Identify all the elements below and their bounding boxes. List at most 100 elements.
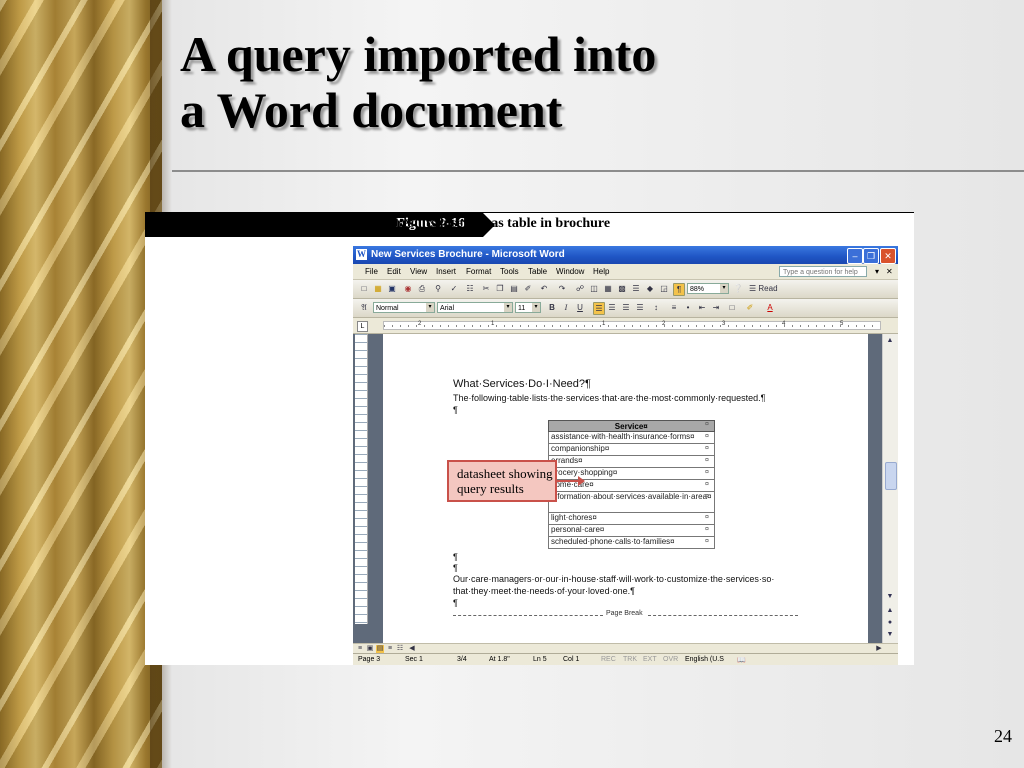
menu-format[interactable]: Format xyxy=(466,267,491,276)
menu-view[interactable]: View xyxy=(410,267,427,276)
ruler-number: 1 xyxy=(602,321,606,327)
web-layout-icon[interactable]: ▣ xyxy=(366,645,374,653)
status-line: Ln 5 xyxy=(533,656,547,663)
slide-title-line-2: a Word document xyxy=(180,82,563,138)
close-button[interactable]: ✕ xyxy=(880,248,896,264)
undo-icon[interactable]: ↶ xyxy=(539,283,549,294)
help-icon[interactable]: ❔ xyxy=(733,283,743,294)
scroll-left-icon[interactable]: ◀ xyxy=(408,645,416,653)
insert-excel-icon[interactable]: ▩ xyxy=(617,283,627,294)
font-size-select[interactable]: 11 ▾ xyxy=(515,302,541,313)
font-select[interactable]: Arial ▾ xyxy=(437,302,513,313)
spelling-status-icon[interactable]: 📖 xyxy=(737,656,746,664)
menu-table[interactable]: Table xyxy=(528,267,547,276)
save-icon[interactable]: ▣ xyxy=(387,283,397,294)
open-icon[interactable]: ▦ xyxy=(373,283,383,294)
scroll-down-icon[interactable]: ▼ xyxy=(885,592,895,602)
end-of-row-mark: ¤ xyxy=(705,526,709,533)
align-right-icon[interactable]: ☰ xyxy=(621,302,631,313)
status-rec[interactable]: REC xyxy=(601,656,616,663)
document-map-icon[interactable]: ◲ xyxy=(659,283,669,294)
bullets-icon[interactable]: • xyxy=(683,302,693,313)
scroll-up-icon[interactable]: ▲ xyxy=(885,336,895,346)
insert-table-icon[interactable]: ▦ xyxy=(603,283,613,294)
scroll-right-icon[interactable]: ▶ xyxy=(875,645,883,653)
cut-icon[interactable]: ✂ xyxy=(481,283,491,294)
tables-borders-icon[interactable]: ◫ xyxy=(589,283,599,294)
justify-icon[interactable]: ☰ xyxy=(635,302,645,313)
italic-icon[interactable]: I xyxy=(561,302,571,313)
styles-formatting-icon[interactable]: 𝔄 xyxy=(359,302,369,313)
reading-layout-icon[interactable]: ☷ xyxy=(396,645,404,653)
line-spacing-icon[interactable]: ↕ xyxy=(651,302,661,313)
decrease-indent-icon[interactable]: ⇤ xyxy=(697,302,707,313)
tab-selector[interactable]: L xyxy=(357,321,368,332)
normal-view-icon[interactable]: ≡ xyxy=(356,645,364,653)
status-ext[interactable]: EXT xyxy=(643,656,657,663)
vertical-ruler[interactable] xyxy=(355,334,368,624)
drawing-icon[interactable]: ◆ xyxy=(645,283,655,294)
research-icon[interactable]: ☷ xyxy=(465,283,475,294)
permission-icon[interactable]: ◉ xyxy=(403,283,413,294)
font-color-icon[interactable]: A xyxy=(765,302,775,313)
show-hide-icon[interactable]: ¶ xyxy=(673,283,685,296)
bold-icon[interactable]: B xyxy=(547,302,557,313)
menu-edit[interactable]: Edit xyxy=(387,267,401,276)
table-row: light·chores¤ xyxy=(548,512,715,525)
previous-page-icon[interactable]: ▲ xyxy=(885,606,895,616)
print-layout-icon[interactable]: ▤ xyxy=(376,645,384,653)
underline-icon[interactable]: U xyxy=(575,302,585,313)
hyperlink-icon[interactable]: ☍ xyxy=(575,283,585,294)
table-cell: companionship¤ xyxy=(548,443,715,456)
paste-icon[interactable]: ▤ xyxy=(509,283,519,294)
spelling-icon[interactable]: ✓ xyxy=(449,283,459,294)
chevron-down-icon: ▾ xyxy=(426,303,434,312)
help-search-input[interactable]: Type a question for help xyxy=(779,266,867,277)
highlight-icon[interactable]: ✐ xyxy=(745,302,755,313)
document-page[interactable]: What·Services·Do·I·Need?¶ The·following·… xyxy=(383,334,868,643)
align-center-icon[interactable]: ☰ xyxy=(607,302,617,313)
border-icon[interactable]: □ xyxy=(727,302,737,313)
style-select[interactable]: Normal ▾ xyxy=(373,302,435,313)
menu-window[interactable]: Window xyxy=(556,267,584,276)
callout-box: datasheet showing query results xyxy=(447,460,557,502)
scroll-thumb[interactable] xyxy=(885,462,897,490)
help-dropdown-icon[interactable]: ▾ xyxy=(875,267,879,276)
menu-bar: File Edit View Insert Format Tools Table… xyxy=(353,264,898,280)
table-row: scheduled·phone·calls·to·families¤ xyxy=(548,536,715,549)
outline-view-icon[interactable]: ≡ xyxy=(386,645,394,653)
next-page-icon[interactable]: ▼ xyxy=(885,630,895,640)
menu-file[interactable]: File xyxy=(365,267,378,276)
menu-help[interactable]: Help xyxy=(593,267,609,276)
ruler-strip[interactable]: 2 1 1 2 3 4 5 xyxy=(383,321,881,330)
minimize-button[interactable]: – xyxy=(847,248,863,264)
status-trk[interactable]: TRK xyxy=(623,656,637,663)
menu-insert[interactable]: Insert xyxy=(436,267,456,276)
page-break-line xyxy=(453,615,603,616)
close-document-icon[interactable]: ✕ xyxy=(886,267,893,276)
paragraph-mark: ¶ xyxy=(453,563,458,573)
word-app-icon[interactable]: W xyxy=(356,249,367,260)
print-preview-icon[interactable]: ⚲ xyxy=(433,283,443,294)
query-results-table[interactable]: Service¤ assistance·with·health·insuranc… xyxy=(548,420,715,549)
callout-line-2: query results xyxy=(457,481,524,496)
numbering-icon[interactable]: ≡ xyxy=(669,302,679,313)
figure-caption: Query results inserted as table in broch… xyxy=(355,216,611,231)
status-ovr[interactable]: OVR xyxy=(663,656,678,663)
print-icon[interactable]: ⎙ xyxy=(417,283,427,294)
read-button[interactable]: ☰ Read xyxy=(749,283,781,294)
align-left-icon[interactable]: ☰ xyxy=(593,302,605,315)
format-painter-icon[interactable]: ✐ xyxy=(523,283,533,294)
increase-indent-icon[interactable]: ⇥ xyxy=(711,302,721,313)
status-page: Page 3 xyxy=(358,656,381,663)
select-browse-object-icon[interactable]: ● xyxy=(885,618,895,628)
callout-line-1: datasheet showing xyxy=(457,466,553,481)
columns-icon[interactable]: ☰ xyxy=(631,283,641,294)
vertical-scrollbar[interactable]: ▲ ▼ ▲ ● ▼ xyxy=(882,334,898,643)
copy-icon[interactable]: ❐ xyxy=(495,283,505,294)
restore-button[interactable]: ❐ xyxy=(863,248,879,264)
redo-icon[interactable]: ↷ xyxy=(557,283,567,294)
zoom-select[interactable]: 88% ▾ xyxy=(687,283,729,294)
new-icon[interactable]: □ xyxy=(359,283,369,294)
menu-tools[interactable]: Tools xyxy=(500,267,519,276)
